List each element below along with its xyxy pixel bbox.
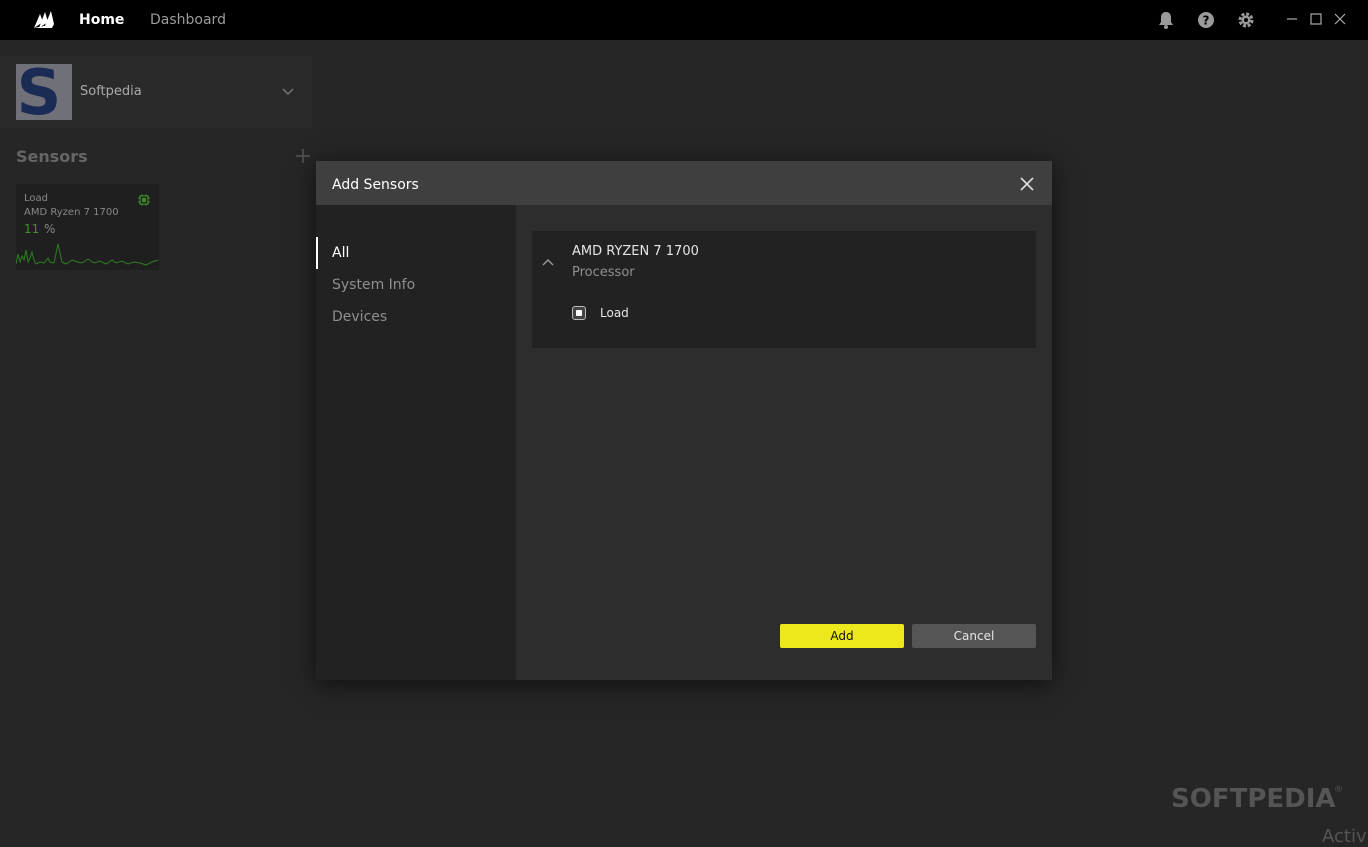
cancel-button[interactable]: Cancel — [912, 624, 1036, 648]
add-sensors-dialog: Add Sensors All System Info Devices AMD … — [316, 161, 1052, 680]
bell-icon[interactable] — [1156, 10, 1176, 30]
sensor-sparkline — [16, 243, 159, 266]
active-indicator — [316, 237, 318, 269]
tab-home[interactable]: Home — [79, 12, 124, 28]
profile-selector[interactable]: S Softpedia — [0, 56, 312, 128]
avatar: S — [16, 64, 72, 120]
activate-windows-text: Activ — [1322, 826, 1367, 847]
svg-text:S: S — [17, 64, 62, 120]
dialog-header: Add Sensors — [316, 161, 1052, 205]
sensor-tile-device: AMD Ryzen 7 1700 — [24, 207, 119, 218]
dialog-title: Add Sensors — [332, 177, 419, 193]
add-sensor-icon[interactable] — [294, 147, 312, 165]
add-button[interactable]: Add — [780, 624, 904, 648]
sensors-heading: Sensors — [16, 147, 88, 166]
title-bar: Home Dashboard ? — [0, 0, 1368, 40]
chevron-up-icon[interactable] — [541, 255, 555, 269]
sensor-tile-value: 11 — [24, 222, 40, 236]
sensor-checkbox[interactable] — [572, 306, 586, 320]
svg-text:?: ? — [1203, 14, 1210, 28]
maximize-icon[interactable] — [1308, 11, 1324, 27]
chip-icon — [138, 194, 150, 206]
registered-mark: ® — [1334, 785, 1343, 795]
sensor-checkbox-label[interactable]: Load — [600, 306, 629, 320]
device-type: Processor — [572, 265, 635, 280]
sensor-tile[interactable]: Load AMD Ryzen 7 1700 11 % — [16, 184, 159, 270]
dialog-sidebar: All System Info Devices — [316, 205, 516, 680]
gear-icon[interactable] — [1236, 10, 1256, 30]
corsair-logo-icon[interactable] — [32, 8, 56, 32]
close-icon[interactable] — [1332, 11, 1348, 27]
sensor-tile-label: Load — [24, 193, 48, 204]
softpedia-watermark: SOFTPEDIA — [1171, 784, 1336, 814]
sensor-tile-unit: % — [44, 222, 56, 236]
chevron-down-icon[interactable] — [281, 84, 295, 98]
softpedia-logo-icon: S — [16, 64, 72, 120]
help-icon[interactable]: ? — [1196, 10, 1216, 30]
device-card: AMD RYZEN 7 1700 Processor Load — [532, 231, 1036, 348]
close-icon[interactable] — [1020, 177, 1034, 191]
checkbox-mark — [576, 310, 582, 316]
device-name: AMD RYZEN 7 1700 — [572, 244, 699, 259]
sidebar-item-devices[interactable]: Devices — [332, 309, 387, 325]
sidebar-item-all[interactable]: All — [332, 245, 349, 261]
minimize-icon[interactable] — [1284, 11, 1300, 27]
tab-dashboard[interactable]: Dashboard — [150, 12, 226, 28]
sidebar-item-system-info[interactable]: System Info — [332, 277, 415, 293]
profile-name: Softpedia — [80, 84, 142, 99]
